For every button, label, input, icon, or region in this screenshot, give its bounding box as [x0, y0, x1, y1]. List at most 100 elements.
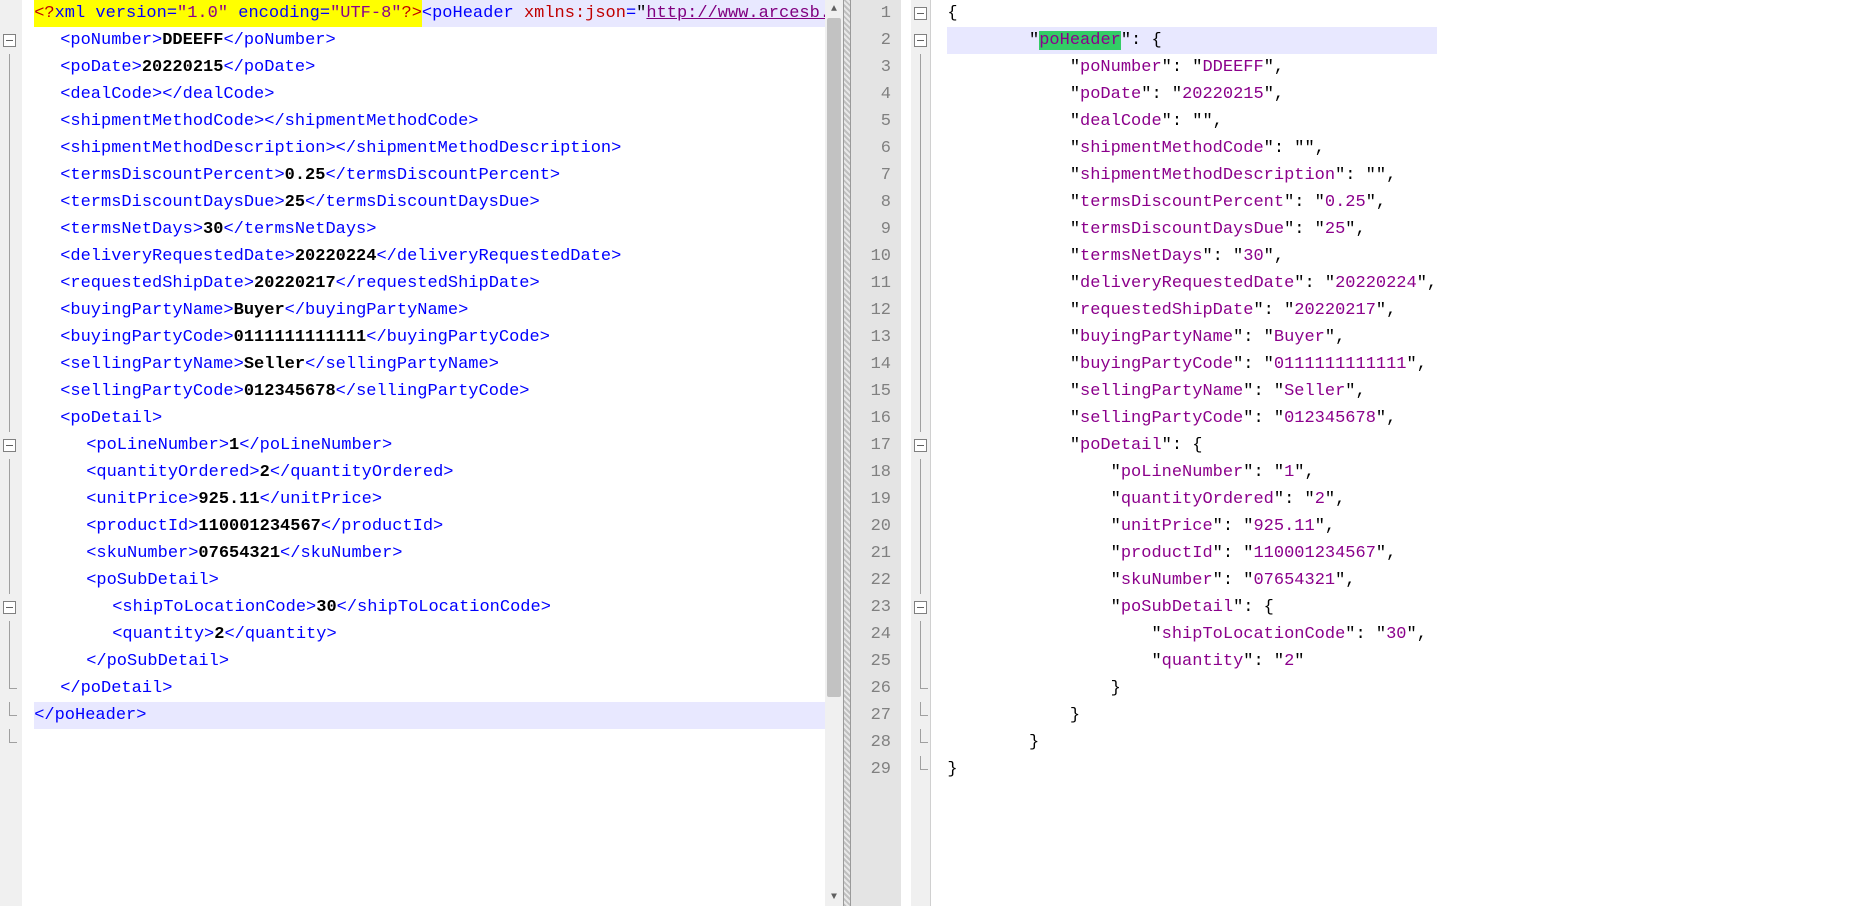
line-number: 1: [851, 0, 901, 27]
right-editor-pane: 1234567891011121314151617181920212223242…: [851, 0, 1875, 906]
code-line[interactable]: </poSubDetail>: [34, 648, 843, 675]
line-number: 22: [851, 567, 901, 594]
code-line[interactable]: <quantity>2</quantity>: [34, 621, 843, 648]
scroll-down-icon[interactable]: ▼: [825, 888, 843, 906]
line-number: 29: [851, 756, 901, 783]
code-line[interactable]: <skuNumber>07654321</skuNumber>: [34, 540, 843, 567]
code-line[interactable]: "unitPrice": "925.11",: [947, 513, 1437, 540]
code-line[interactable]: <shipToLocationCode>30</shipToLocationCo…: [34, 594, 843, 621]
line-number: 3: [851, 54, 901, 81]
right-fold-gutter: [911, 0, 931, 906]
line-number: 11: [851, 270, 901, 297]
left-editor-pane: <?xml version="1.0" encoding="UTF-8"?><p…: [0, 0, 843, 906]
code-line[interactable]: "quantityOrdered": "2",: [947, 486, 1437, 513]
code-line[interactable]: "poDate": "20220215",: [947, 81, 1437, 108]
code-line[interactable]: <termsDiscountDaysDue>25</termsDiscountD…: [34, 189, 843, 216]
line-number: 5: [851, 108, 901, 135]
left-code-area[interactable]: <?xml version="1.0" encoding="UTF-8"?><p…: [32, 0, 843, 906]
code-line[interactable]: "termsNetDays": "30",: [947, 243, 1437, 270]
line-number: 10: [851, 243, 901, 270]
code-line[interactable]: }: [947, 675, 1437, 702]
line-number: 19: [851, 486, 901, 513]
code-line[interactable]: "buyingPartyName": "Buyer",: [947, 324, 1437, 351]
code-line[interactable]: <poSubDetail>: [34, 567, 843, 594]
code-line[interactable]: "skuNumber": "07654321",: [947, 567, 1437, 594]
code-line[interactable]: "buyingPartyCode": "0111111111111",: [947, 351, 1437, 378]
line-number: 14: [851, 351, 901, 378]
line-number: 7: [851, 162, 901, 189]
code-line[interactable]: "shipmentMethodDescription": "",: [947, 162, 1437, 189]
fold-toggle-icon[interactable]: [914, 439, 927, 452]
code-line[interactable]: "sellingPartyName": "Seller",: [947, 378, 1437, 405]
line-number: 18: [851, 459, 901, 486]
code-line[interactable]: "poHeader": {: [947, 27, 1437, 54]
fold-toggle-icon[interactable]: [914, 601, 927, 614]
line-number: 6: [851, 135, 901, 162]
line-number: 12: [851, 297, 901, 324]
line-number: 4: [851, 81, 901, 108]
code-line[interactable]: "productId": "110001234567",: [947, 540, 1437, 567]
fold-toggle-icon[interactable]: [3, 601, 16, 614]
code-line[interactable]: <poDetail>: [34, 405, 843, 432]
code-line[interactable]: <poDate>20220215</poDate>: [34, 54, 843, 81]
fold-toggle-icon[interactable]: [914, 34, 927, 47]
code-line[interactable]: <deliveryRequestedDate>20220224</deliver…: [34, 243, 843, 270]
diff-container: <?xml version="1.0" encoding="UTF-8"?><p…: [0, 0, 1875, 906]
code-line[interactable]: <unitPrice>925.11</unitPrice>: [34, 486, 843, 513]
line-number: 17: [851, 432, 901, 459]
line-number: 8: [851, 189, 901, 216]
left-scrollbar[interactable]: ▲ ▼: [825, 0, 843, 906]
scroll-up-icon[interactable]: ▲: [825, 0, 843, 18]
line-number: 20: [851, 513, 901, 540]
code-line[interactable]: "requestedShipDate": "20220217",: [947, 297, 1437, 324]
right-code-area[interactable]: { "poHeader": { "poNumber": "DDEEFF", "p…: [941, 0, 1437, 906]
code-line[interactable]: "shipToLocationCode": "30",: [947, 621, 1437, 648]
line-number: 28: [851, 729, 901, 756]
code-line[interactable]: "poLineNumber": "1",: [947, 459, 1437, 486]
pane-splitter[interactable]: [843, 0, 851, 906]
code-line[interactable]: <termsNetDays>30</termsNetDays>: [34, 216, 843, 243]
code-line[interactable]: }: [947, 702, 1437, 729]
code-line[interactable]: "deliveryRequestedDate": "20220224",: [947, 270, 1437, 297]
line-number: 15: [851, 378, 901, 405]
fold-toggle-icon[interactable]: [914, 7, 927, 20]
scroll-thumb[interactable]: [827, 18, 841, 697]
scroll-track[interactable]: [825, 18, 843, 888]
code-line[interactable]: <sellingPartyName>Seller</sellingPartyNa…: [34, 351, 843, 378]
code-line[interactable]: "termsDiscountPercent": "0.25",: [947, 189, 1437, 216]
code-line[interactable]: "sellingPartyCode": "012345678",: [947, 405, 1437, 432]
code-line[interactable]: <poNumber>DDEEFF</poNumber>: [34, 27, 843, 54]
code-line[interactable]: <termsDiscountPercent>0.25</termsDiscoun…: [34, 162, 843, 189]
fold-toggle-icon[interactable]: [3, 34, 16, 47]
code-line[interactable]: {: [947, 0, 1437, 27]
code-line[interactable]: </poHeader>: [34, 702, 837, 729]
code-line[interactable]: <requestedShipDate>20220217</requestedSh…: [34, 270, 843, 297]
code-line[interactable]: "poDetail": {: [947, 432, 1437, 459]
code-line[interactable]: "shipmentMethodCode": "",: [947, 135, 1437, 162]
code-line[interactable]: "termsDiscountDaysDue": "25",: [947, 216, 1437, 243]
code-line[interactable]: <?xml version="1.0" encoding="UTF-8"?>: [34, 0, 422, 27]
code-line[interactable]: <buyingPartyCode>0111111111111</buyingPa…: [34, 324, 843, 351]
code-line[interactable]: "poNumber": "DDEEFF",: [947, 54, 1437, 81]
code-line[interactable]: }: [947, 756, 1437, 783]
left-fold-gutter: [0, 0, 22, 906]
code-line[interactable]: <poHeader xmlns:json="http://www.arcesb.…: [422, 0, 843, 27]
code-line[interactable]: <buyingPartyName>Buyer</buyingPartyName>: [34, 297, 843, 324]
code-line[interactable]: </poDetail>: [34, 675, 843, 702]
line-number: 24: [851, 621, 901, 648]
code-line[interactable]: "quantity": "2": [947, 648, 1437, 675]
line-number: 16: [851, 405, 901, 432]
right-line-number-gutter: 1234567891011121314151617181920212223242…: [851, 0, 901, 906]
line-number: 21: [851, 540, 901, 567]
code-line[interactable]: <sellingPartyCode>012345678</sellingPart…: [34, 378, 843, 405]
code-line[interactable]: "poSubDetail": {: [947, 594, 1437, 621]
code-line[interactable]: <dealCode></dealCode>: [34, 81, 843, 108]
code-line[interactable]: "dealCode": "",: [947, 108, 1437, 135]
code-line[interactable]: <poLineNumber>1</poLineNumber>: [34, 432, 843, 459]
code-line[interactable]: }: [947, 729, 1437, 756]
code-line[interactable]: <quantityOrdered>2</quantityOrdered>: [34, 459, 843, 486]
code-line[interactable]: <shipmentMethodDescription></shipmentMet…: [34, 135, 843, 162]
code-line[interactable]: <productId>110001234567</productId>: [34, 513, 843, 540]
code-line[interactable]: <shipmentMethodCode></shipmentMethodCode…: [34, 108, 843, 135]
fold-toggle-icon[interactable]: [3, 439, 16, 452]
